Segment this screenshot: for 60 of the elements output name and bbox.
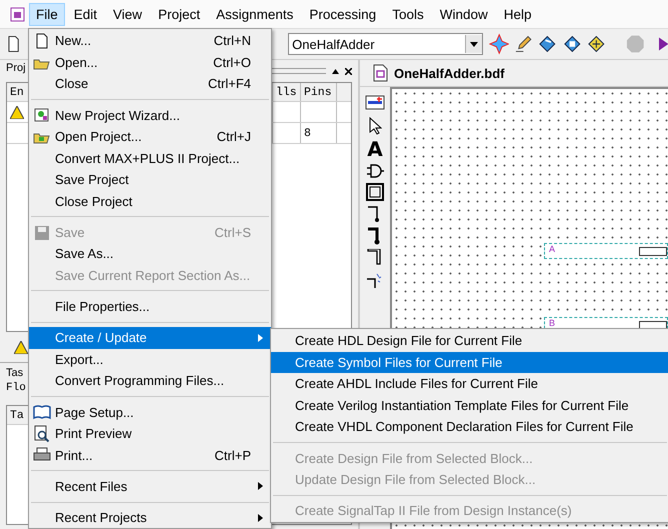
menu-bar-item[interactable]: View xyxy=(106,2,150,26)
submenu-arrow-icon xyxy=(258,334,263,342)
submenu-arrow-icon xyxy=(258,482,263,490)
menu-bar-item[interactable]: Tools xyxy=(385,2,431,26)
project-combo-box[interactable]: OneHalfAdder xyxy=(288,33,484,55)
magnifier-icon xyxy=(33,424,51,443)
menu-bar-item[interactable]: Processing xyxy=(302,2,384,26)
app-icon[interactable] xyxy=(10,6,25,22)
menu-item[interactable]: Close Ctrl+F4 xyxy=(29,73,271,94)
menu-bar-item[interactable]: Help xyxy=(496,2,538,26)
menu-item[interactable]: Print... Ctrl+P xyxy=(29,444,271,466)
menu-item[interactable]: Open Project... Ctrl+J xyxy=(29,126,271,148)
wizard-icon xyxy=(33,106,51,124)
menu-item[interactable]: Export... xyxy=(29,348,271,370)
column-header[interactable]: Pins xyxy=(301,83,337,101)
menu-item[interactable]: Print Preview xyxy=(29,422,271,444)
menu-bar-item[interactable]: File xyxy=(29,2,65,26)
collapse-icon[interactable] xyxy=(332,68,339,74)
play-icon[interactable] xyxy=(658,37,668,51)
column-header[interactable]: lls xyxy=(273,83,301,101)
menu-bar-item[interactable]: Window xyxy=(432,2,495,26)
pointer-icon[interactable] xyxy=(368,117,382,135)
dropdown-arrow-icon xyxy=(470,42,478,46)
menu-item[interactable]: Page Setup... xyxy=(29,401,271,423)
node-tool-icon[interactable] xyxy=(366,271,384,289)
input-pin[interactable]: A xyxy=(544,243,668,259)
menu-item[interactable]: Convert MAX+PLUS II Project... xyxy=(29,147,271,169)
menu-item[interactable]: New Project Wizard... xyxy=(29,104,271,126)
flow-label: Flo xyxy=(6,382,26,394)
panel-title: Tas xyxy=(6,367,24,379)
close-icon[interactable] xyxy=(345,68,352,74)
menu-bar-item[interactable]: Assignments xyxy=(209,2,300,26)
menu-item[interactable]: Recent Projects xyxy=(29,506,271,528)
pencil-icon[interactable] xyxy=(515,34,532,54)
submenu-arrow-icon xyxy=(258,514,263,522)
conduit-icon[interactable] xyxy=(367,249,383,267)
text-tool[interactable]: A xyxy=(367,139,383,159)
square-icon[interactable] xyxy=(366,183,384,201)
schematic-file-icon xyxy=(372,64,388,82)
menu-bar-item[interactable]: Project xyxy=(151,2,208,26)
gate-icon[interactable] xyxy=(366,163,384,179)
warning-icon xyxy=(10,106,24,118)
book-icon xyxy=(33,403,51,422)
menu-item[interactable]: Create Symbol Files for Current File xyxy=(271,352,668,373)
panel-title: Proj xyxy=(6,62,26,74)
menu-item[interactable]: Open... Ctrl+O xyxy=(29,52,271,73)
menu-item[interactable]: Recent Files xyxy=(29,476,271,498)
menu-item[interactable]: New... Ctrl+N xyxy=(29,30,271,52)
menu-item[interactable]: Close Project xyxy=(29,190,271,212)
warning-icon xyxy=(14,340,28,354)
menu-item[interactable]: File Properties... xyxy=(29,296,271,318)
menu-item[interactable]: Save As... xyxy=(29,243,271,265)
menu-bar-item[interactable]: Edit xyxy=(66,2,104,26)
document-title[interactable]: OneHalfAdder.bdf xyxy=(394,66,505,80)
menu-item[interactable]: Create / Update xyxy=(29,327,271,349)
page-icon[interactable] xyxy=(8,35,20,53)
table-cell: 8 xyxy=(304,126,311,140)
star-icon[interactable] xyxy=(489,33,510,55)
menu-item[interactable]: Convert Programming Files... xyxy=(29,370,271,392)
menu-item[interactable]: Save Project xyxy=(29,168,271,190)
